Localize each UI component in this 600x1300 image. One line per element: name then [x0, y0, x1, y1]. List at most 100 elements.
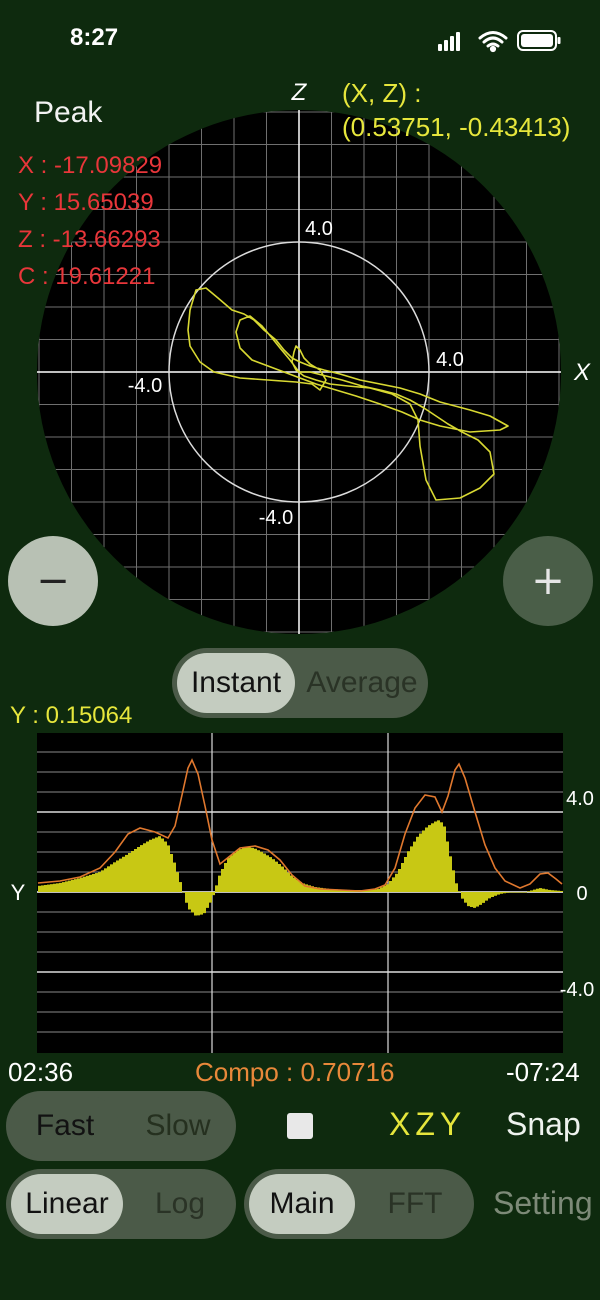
wave-bar — [98, 872, 101, 892]
scale-toggle[interactable]: Linear Log — [6, 1169, 236, 1239]
wave-bar — [377, 888, 380, 892]
wave-bar — [467, 892, 470, 907]
wave-bar — [218, 875, 221, 892]
y-value-readout: Y : 0.15064 — [10, 702, 133, 729]
wave-bar — [527, 891, 530, 892]
setting-button[interactable]: Setting — [493, 1185, 593, 1222]
wave-bar — [536, 888, 539, 892]
wave-bar — [134, 849, 137, 892]
wave-bar — [290, 875, 293, 892]
wave-bar — [257, 850, 260, 892]
wave-bar — [47, 884, 50, 892]
x-axis-label: X — [573, 359, 591, 386]
wave-bar — [164, 841, 167, 892]
view-main[interactable]: Main — [249, 1174, 355, 1234]
stop-button[interactable] — [287, 1113, 313, 1139]
wave-bar — [224, 863, 227, 892]
wave-bar — [389, 881, 392, 892]
wave-bar — [443, 826, 446, 892]
wave-bar — [287, 872, 290, 892]
wave-bar — [92, 873, 95, 892]
scale-linear[interactable]: Linear — [11, 1174, 123, 1234]
wave-bar — [407, 851, 410, 892]
view-fft[interactable]: FFT — [360, 1174, 470, 1234]
speed-slow[interactable]: Slow — [124, 1096, 232, 1156]
wave-bar — [71, 879, 74, 892]
wave-bar — [74, 879, 77, 892]
wave-bar — [89, 874, 92, 892]
wave-bar — [95, 873, 98, 892]
wave-bar — [158, 836, 161, 892]
time-end: -07:24 — [506, 1057, 580, 1087]
wave-bar — [215, 885, 218, 892]
wave-bar — [59, 882, 62, 892]
mode-toggle[interactable]: Instant Average — [172, 648, 428, 718]
wave-bar — [500, 892, 503, 894]
wave-bar — [53, 883, 56, 892]
wave-bar — [113, 862, 116, 892]
wave-bar — [182, 892, 185, 893]
waveform-chart[interactable]: Y 4.0 0 -4.0 — [0, 730, 600, 1060]
wave-bar — [206, 892, 209, 908]
wave-bar — [275, 861, 278, 892]
wave-bar — [515, 892, 518, 893]
wave-bar — [65, 881, 68, 892]
wave-bar — [83, 876, 86, 892]
wave-bar — [44, 884, 47, 892]
wave-bar — [464, 892, 467, 903]
wave-bar — [482, 892, 485, 903]
wave-bar — [470, 892, 473, 907]
wave-bar — [155, 837, 158, 892]
wave-bar — [260, 851, 263, 892]
wave-bar — [479, 892, 482, 905]
wave-bar — [173, 862, 176, 892]
wave-bar — [296, 879, 299, 892]
wave-bar — [530, 890, 533, 892]
wave-bar — [245, 847, 248, 892]
wave-bar — [209, 892, 212, 903]
peak-y: Y : 15.65039 — [18, 189, 154, 216]
battery-icon — [517, 30, 561, 51]
wave-bar — [509, 892, 512, 893]
wave-bar — [416, 836, 419, 892]
view-toggle[interactable]: Main FFT — [244, 1169, 474, 1239]
wave-bar — [56, 883, 59, 892]
peak-c: C : 19.61221 — [18, 263, 156, 290]
wave-bar — [269, 857, 272, 892]
wave-bar — [494, 892, 497, 896]
wave-bar — [152, 838, 155, 892]
axis-order-button[interactable]: XZY — [389, 1106, 466, 1143]
wave-bar — [131, 851, 134, 892]
wave-bar — [77, 878, 80, 892]
mode-instant[interactable]: Instant — [177, 653, 295, 713]
wave-bar — [392, 877, 395, 892]
wave-bar — [422, 830, 425, 892]
scale-log[interactable]: Log — [128, 1174, 232, 1234]
wave-bar — [428, 825, 431, 892]
waveform-axis-label: Y — [11, 880, 26, 905]
snap-button[interactable]: Snap — [506, 1106, 581, 1143]
status-time: 8:27 — [70, 24, 119, 51]
wave-bar — [281, 866, 284, 892]
wave-bar — [461, 892, 464, 899]
wave-bar — [200, 892, 203, 915]
wave-bar — [230, 855, 233, 892]
wave-bar — [128, 853, 131, 892]
speed-toggle[interactable]: Fast Slow — [6, 1091, 236, 1161]
wave-bar — [542, 888, 545, 892]
wave-bar — [512, 892, 515, 893]
zoom-in-button[interactable]: + — [503, 536, 593, 626]
wave-bar — [227, 857, 230, 892]
wave-bar — [545, 889, 548, 892]
wave-bar — [80, 877, 83, 892]
wave-bar — [167, 845, 170, 892]
wave-bar — [239, 849, 242, 892]
wave-bar — [410, 846, 413, 892]
peak-title: Peak — [34, 96, 103, 129]
wave-bar — [401, 863, 404, 892]
wave-bar — [251, 847, 254, 892]
wave-bar — [101, 870, 104, 892]
zoom-out-button[interactable]: − — [8, 536, 98, 626]
speed-fast[interactable]: Fast — [11, 1096, 119, 1156]
mode-average[interactable]: Average — [300, 653, 424, 713]
